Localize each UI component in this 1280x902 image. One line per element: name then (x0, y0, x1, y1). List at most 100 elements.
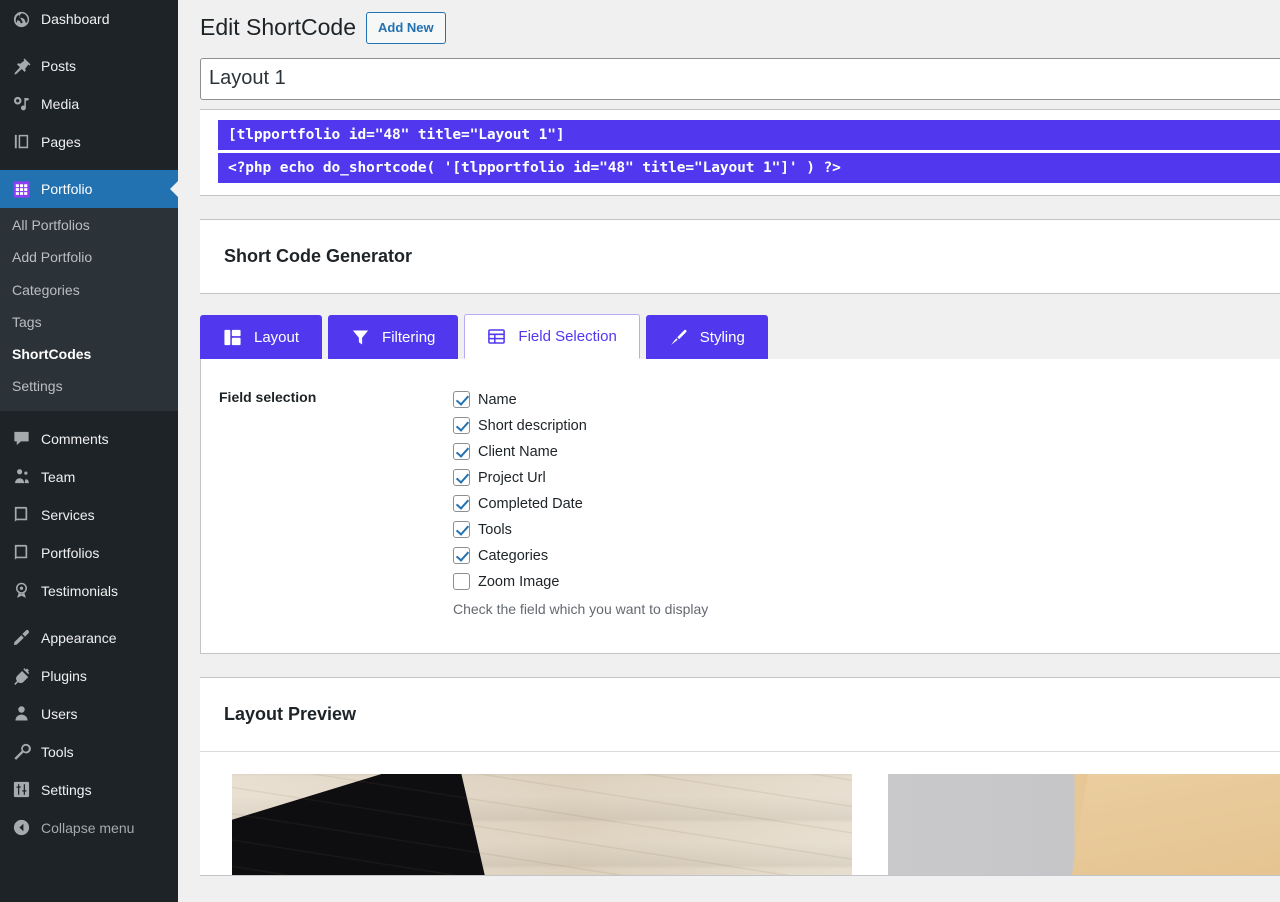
tab-field-selection[interactable]: Field Selection (464, 313, 640, 359)
sidebar-item-label: Comments (41, 430, 109, 447)
sidebar-item-pages[interactable]: Pages (0, 123, 178, 161)
submenu-item-all-portfolios[interactable]: All Portfolios (0, 209, 178, 241)
collapse-menu-button[interactable]: Collapse menu (0, 809, 178, 847)
checkbox-label: Completed Date (478, 495, 583, 512)
comment-icon (10, 428, 32, 450)
generator-tabs: Layout Filtering Field Selection Styling (200, 311, 1280, 359)
sidebar-item-comments[interactable]: Comments (0, 420, 178, 458)
shortcode-title-input[interactable] (200, 57, 1280, 100)
sidebar-item-appearance[interactable]: Appearance (0, 619, 178, 657)
checkbox-row-short-description[interactable]: Short description (453, 413, 1280, 439)
field-selection-hint: Check the field which you want to displa… (453, 600, 709, 617)
checkbox-row-categories[interactable]: Categories (453, 543, 1280, 569)
add-new-button[interactable]: Add New (365, 12, 446, 44)
tab-label: Filtering (382, 328, 436, 346)
portfolio-submenu: All Portfolios Add Portfolio Categories … (0, 208, 178, 411)
sidebar-item-plugins[interactable]: Plugins (0, 657, 178, 695)
field-selection-panel: Field selection Name Short description C… (200, 358, 1280, 654)
sidebar-item-label: Media (41, 96, 80, 112)
field-selection-options: Name Short description Client Name Proje… (453, 387, 1280, 617)
preview-image-paper-card[interactable]: RAN (888, 773, 1280, 875)
sidebar-item-label: Appearance (41, 629, 117, 646)
sidebar-item-label: Plugins (41, 667, 87, 684)
plug-icon (10, 665, 32, 687)
checkbox-label: Categories (478, 547, 549, 564)
table-icon (487, 327, 506, 346)
paintbrush-icon (669, 328, 688, 347)
sidebar-item-services[interactable]: Services (0, 496, 178, 534)
sidebar-item-label: Users (41, 705, 78, 722)
checkbox-row-completed-date[interactable]: Completed Date (453, 491, 1280, 517)
tab-label: Layout (254, 328, 300, 346)
checkbox-categories[interactable] (453, 547, 470, 564)
sidebar-item-settings[interactable]: Settings (0, 771, 178, 809)
checkbox-row-name[interactable]: Name (453, 387, 1280, 413)
sidebar-item-posts[interactable]: Posts (0, 47, 178, 85)
layout-preview-card: Layout Preview RAN (200, 676, 1280, 876)
checkbox-name[interactable] (453, 391, 470, 408)
tab-filtering[interactable]: Filtering (328, 314, 459, 359)
submenu-item-shortcodes[interactable]: ShortCodes (0, 338, 178, 370)
shortcode-display-panel: [tlpportfolio id="48" title="Layout 1"] … (200, 108, 1280, 196)
book-icon (10, 504, 32, 526)
photo-paper-card: RAN (888, 773, 1280, 875)
sidebar-item-label: Dashboard (41, 11, 110, 27)
submenu-item-add-portfolio[interactable]: Add Portfolio (0, 241, 178, 273)
tab-label: Field Selection (518, 327, 617, 345)
tab-layout[interactable]: Layout (200, 314, 323, 359)
submenu-item-settings[interactable]: Settings (0, 370, 178, 402)
checkbox-label: Project Url (478, 469, 546, 486)
sidebar-item-label: Team (41, 468, 76, 485)
grid-icon (10, 178, 32, 200)
preview-image-laptop-desk[interactable] (232, 773, 852, 875)
checkbox-project-url[interactable] (453, 469, 470, 486)
tab-styling[interactable]: Styling (645, 314, 768, 359)
submenu-item-categories[interactable]: Categories (0, 274, 178, 306)
checkbox-label: Short description (478, 417, 587, 434)
sidebar-item-dashboard[interactable]: Dashboard (0, 0, 178, 38)
checkbox-row-project-url[interactable]: Project Url (453, 465, 1280, 491)
layout-preview-body: RAN (200, 750, 1280, 875)
checkbox-label: Client Name (478, 443, 558, 460)
collapse-arrow-icon (10, 817, 32, 839)
submenu-item-tags[interactable]: Tags (0, 306, 178, 338)
checkbox-short-description[interactable] (453, 417, 470, 434)
dashboard-icon (10, 8, 32, 30)
short-code-generator-card: Short Code Generator (200, 218, 1280, 294)
sidebar-item-tools[interactable]: Tools (0, 733, 178, 771)
main-content: Edit ShortCode Add New [tlpportfolio id=… (178, 0, 1280, 902)
page-title: Edit ShortCode (200, 13, 356, 40)
sidebar-item-users[interactable]: Users (0, 695, 178, 733)
photo-laptop-on-wood-desk (232, 773, 852, 875)
short-code-generator-title: Short Code Generator (224, 245, 413, 266)
tab-label: Styling (699, 328, 745, 346)
sidebar-item-testimonials[interactable]: Testimonials (0, 572, 178, 610)
sidebar-item-label: Testimonials (41, 582, 119, 599)
shortcode-plain[interactable]: [tlpportfolio id="48" title="Layout 1"] (218, 119, 1280, 150)
sidebar-item-media[interactable]: Media (0, 85, 178, 123)
user-icon (10, 703, 32, 725)
checkbox-client-name[interactable] (453, 443, 470, 460)
checkbox-row-zoom-image[interactable]: Zoom Image (453, 569, 1280, 595)
sidebar-item-label: Posts (41, 58, 77, 74)
sidebar-item-team[interactable]: Team (0, 458, 178, 496)
checkbox-row-client-name[interactable]: Client Name (453, 439, 1280, 465)
sidebar-item-label: Pages (41, 134, 81, 150)
wrench-icon (10, 741, 32, 763)
collapse-menu-label: Collapse menu (41, 819, 135, 836)
checkbox-zoom-image[interactable] (453, 573, 470, 590)
layout-icon (223, 328, 242, 347)
checkbox-row-tools[interactable]: Tools (453, 517, 1280, 543)
sidebar-item-portfolios[interactable]: Portfolios (0, 534, 178, 572)
checkbox-tools[interactable] (453, 521, 470, 538)
team-icon (10, 466, 32, 488)
checkbox-completed-date[interactable] (453, 495, 470, 512)
page-header: Edit ShortCode Add New (200, 0, 1280, 58)
sidebar-item-portfolio[interactable]: Portfolio (0, 170, 178, 208)
pages-icon (10, 131, 32, 153)
shortcode-php[interactable]: <?php echo do_shortcode( '[tlpportfolio … (218, 152, 1280, 183)
sidebar-item-label: Settings (41, 781, 92, 798)
